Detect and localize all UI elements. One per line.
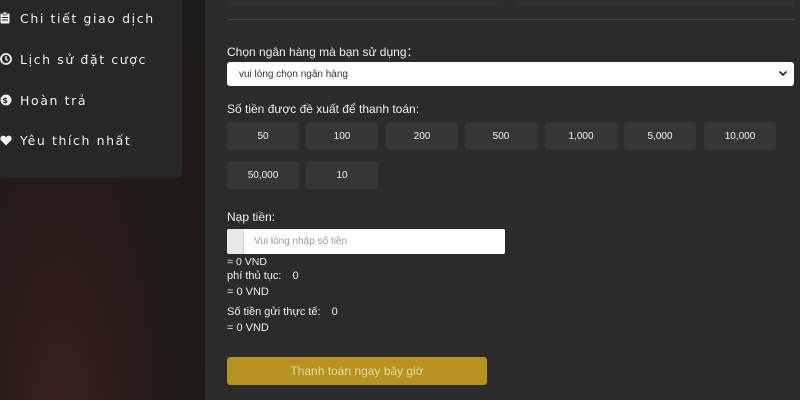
amount-button-100[interactable]: 100 bbox=[306, 122, 378, 150]
sidebar-item-label: Lịch sử đặt cược bbox=[20, 51, 147, 67]
actual-deposit-equivalent: = 0 VND bbox=[227, 322, 269, 334]
bank-select-value: vui lòng chọn ngân hàng bbox=[239, 68, 348, 80]
suggested-amount-label: Số tiền được đề xuất để thanh toán: bbox=[227, 102, 420, 116]
amount-button-10[interactable]: 10 bbox=[306, 161, 378, 189]
deposit-label: Nạp tiền: bbox=[227, 210, 276, 224]
clock-icon bbox=[0, 53, 16, 65]
fee-value: 0 bbox=[292, 270, 299, 282]
fee-equivalent: = 0 VND bbox=[227, 286, 269, 298]
sidebar-item-label: Chi tiết giao dịch bbox=[20, 10, 155, 26]
sidebar-item-label: Yêu thích nhất bbox=[20, 132, 132, 148]
pay-now-button[interactable]: Thanh toán ngay bây giờ bbox=[227, 357, 487, 385]
top-tab-right[interactable] bbox=[515, 0, 794, 6]
actual-deposit-label: Số tiền gửi thực tế: bbox=[227, 306, 321, 318]
heart-icon bbox=[0, 135, 16, 146]
sidebar-item-label: Hoàn trả bbox=[20, 92, 88, 108]
top-tab-left[interactable] bbox=[227, 0, 497, 6]
amount-button-10000[interactable]: 10,000 bbox=[704, 122, 776, 150]
sidebar-item-refund[interactable]: $ Hoàn trả bbox=[0, 88, 87, 112]
amount-button-200[interactable]: 200 bbox=[386, 122, 458, 150]
actual-deposit-row: Số tiền gửi thực tế: 0 bbox=[227, 306, 338, 318]
amount-button-5000[interactable]: 5,000 bbox=[624, 122, 696, 150]
deposit-input-prefix bbox=[227, 229, 244, 254]
deposit-amount-input[interactable] bbox=[244, 229, 505, 254]
amount-button-50000[interactable]: 50,000 bbox=[227, 161, 299, 189]
amount-button-1000[interactable]: 1,000 bbox=[545, 122, 617, 150]
sidebar: Chi tiết giao dịch Lịch sử đặt cược $ Ho… bbox=[0, 0, 182, 178]
sidebar-item-transaction-details[interactable]: Chi tiết giao dịch bbox=[0, 6, 155, 30]
fee-row: phí thủ tục: 0 bbox=[227, 270, 299, 282]
clipboard-icon bbox=[0, 12, 16, 24]
divider bbox=[227, 19, 794, 20]
chevron-down-icon bbox=[778, 68, 788, 81]
fee-label: phí thủ tục: bbox=[227, 270, 282, 282]
svg-text:$: $ bbox=[2, 96, 9, 105]
amount-button-50[interactable]: 50 bbox=[227, 122, 299, 150]
bank-select[interactable]: vui lòng chọn ngân hàng bbox=[227, 62, 794, 86]
deposit-equivalent: = 0 VND bbox=[227, 256, 267, 268]
dollar-icon: $ bbox=[0, 94, 16, 106]
actual-deposit-value: 0 bbox=[331, 306, 338, 318]
sidebar-item-favorites[interactable]: Yêu thích nhất bbox=[0, 128, 131, 152]
amount-button-500[interactable]: 500 bbox=[465, 122, 537, 150]
sidebar-item-bet-history[interactable]: Lịch sử đặt cược bbox=[0, 47, 147, 71]
deposit-panel: Chọn ngân hàng mà bạn sử dụng： vui lòng … bbox=[205, 0, 800, 400]
deposit-input-group bbox=[227, 229, 505, 254]
bank-select-label: Chọn ngân hàng mà bạn sử dụng： bbox=[227, 45, 419, 59]
